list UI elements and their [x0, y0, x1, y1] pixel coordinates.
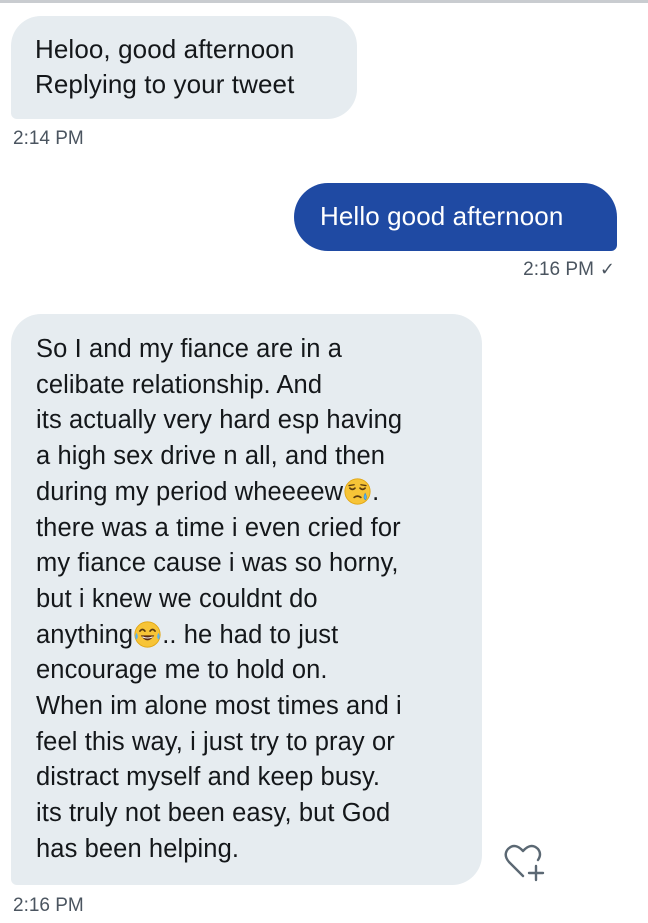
message-text-line-with-emoji: during my period wheeeew . — [36, 475, 462, 511]
top-divider — [0, 0, 648, 3]
message-text-line: Hello good afternoon — [320, 201, 564, 231]
message-bubble-received[interactable]: Heloo, good afternoon Replying to your t… — [11, 16, 357, 119]
message-text-line: feel this way, i just try to pray or — [36, 727, 395, 756]
message-text-line: its actually very hard esp having — [36, 406, 403, 435]
checkmark-icon: ✓ — [599, 259, 615, 279]
message-text-fragment: .. he had to just — [162, 620, 339, 649]
tears-of-joy-emoji — [134, 621, 161, 648]
message-text-line: So I and my fiance are in a — [36, 335, 343, 363]
message-text-fragment: anything — [36, 620, 134, 649]
message-text-line: my fiance cause i was so horny, — [36, 549, 399, 578]
message-timestamp: 2:14 PM — [13, 128, 84, 149]
message-text-line: has been helping. — [36, 834, 240, 863]
message-bubble-sent[interactable]: Hello good afternoon — [294, 183, 617, 251]
message-text-line: encourage me to hold on. — [36, 656, 328, 685]
sleepy-face-emoji — [344, 478, 371, 505]
message-text-line: distract myself and keep busy. — [36, 763, 381, 792]
message-timestamp: 2:16 PM — [523, 259, 594, 280]
message-text-line: a high sex drive n all, and then — [36, 442, 386, 471]
message-text-line: When im alone most times and i — [36, 692, 402, 721]
heart-plus-icon[interactable] — [500, 838, 546, 884]
message-text-line: there was a time i even cried for — [36, 513, 401, 542]
message-text-line: celibate relationship. And — [36, 370, 323, 399]
message-text-fragment: during my period wheeeew — [36, 477, 344, 506]
message-text-line: Heloo, good afternoon — [35, 34, 295, 64]
message-text-fragment: . — [372, 477, 380, 506]
message-text-line: but i knew we couldnt do — [36, 584, 318, 613]
message-text-line: its truly not been easy, but God — [36, 799, 391, 828]
message-text-line-with-emoji: anything .. he had to just — [36, 618, 462, 654]
message-bubble-received[interactable]: So I and my fiance are in a celibate rel… — [11, 314, 482, 885]
message-text-line: Replying to your tweet — [35, 69, 295, 99]
message-timestamp: 2:16 PM — [13, 895, 84, 916]
message-timestamp-row: 2:16 PM ✓ — [523, 259, 615, 281]
